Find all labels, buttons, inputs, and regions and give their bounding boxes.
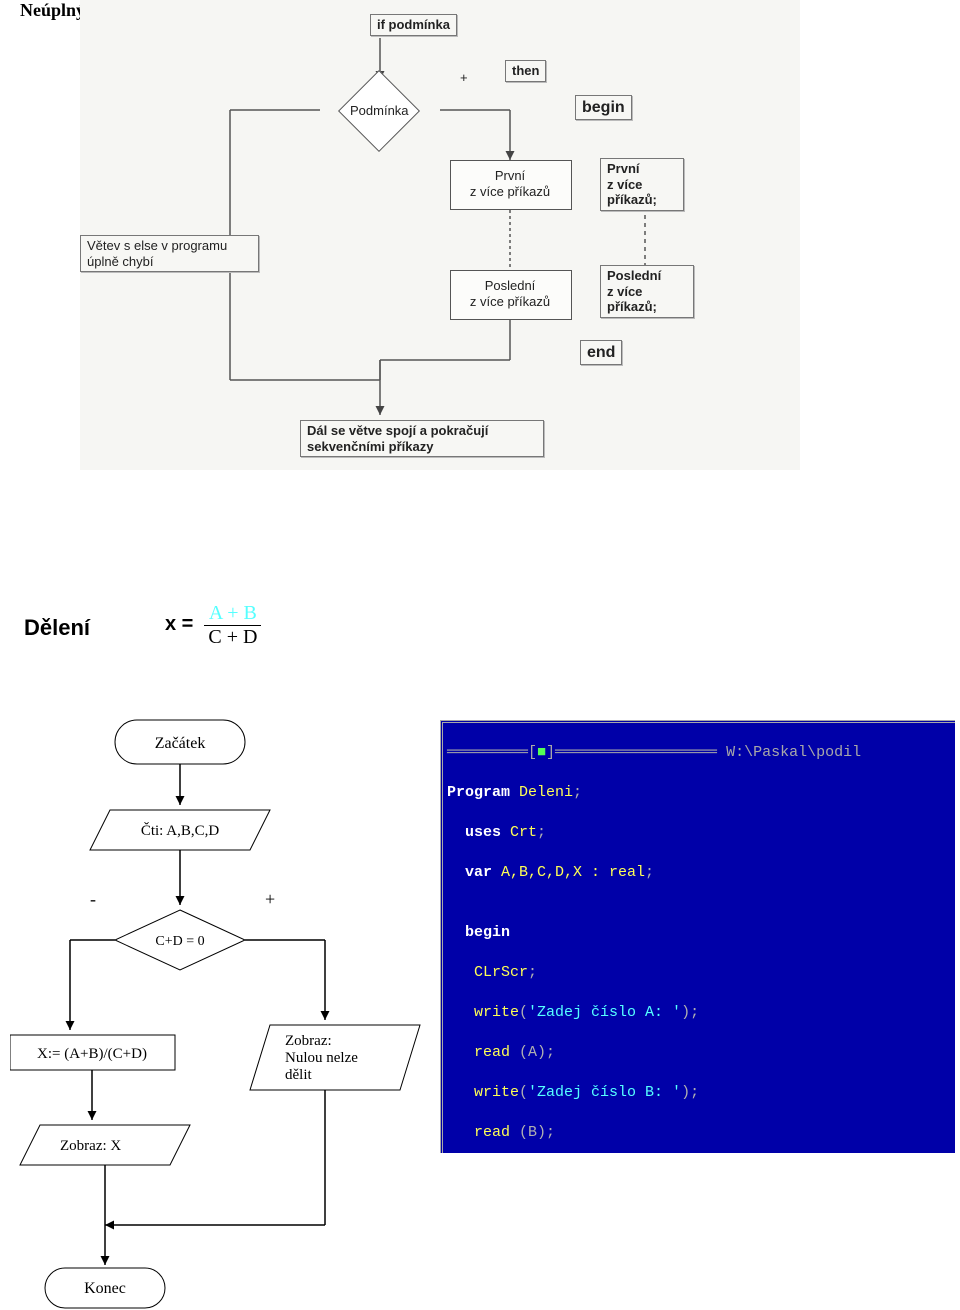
top-diagram: if podmínka + then be xyxy=(80,0,800,470)
else-note: Větev s else v programuúplně chybí xyxy=(80,235,259,272)
flow-display-x: Zobraz: X xyxy=(60,1138,121,1154)
flow-read: Čti: A,B,C,D xyxy=(141,822,220,839)
fraction: A + B C + D xyxy=(204,602,261,649)
flow-err: Zobraz: xyxy=(285,1033,332,1049)
page: Neúplný příkaz větvení je-li ve větvích … xyxy=(0,0,960,1310)
last-side-note: Posledníz vícepříkazů; xyxy=(600,265,694,318)
flow-cond: C+D = 0 xyxy=(155,934,204,949)
code-editor: ═════════[■]══════════════════ W:\Paskal… xyxy=(440,720,955,1153)
svg-text:Nulou nelze: Nulou nelze xyxy=(285,1050,358,1066)
flow-minus: - xyxy=(90,889,96,909)
last-command-text: Posledníz více příkazů xyxy=(458,278,562,309)
formula: x = A + B C + D xyxy=(165,602,261,649)
first-side-note: Prvníz vícepříkazů; xyxy=(600,158,684,211)
first-command-text: Prvníz více příkazů xyxy=(458,168,562,199)
condition-label: Podmínka xyxy=(350,103,409,118)
end-label: end xyxy=(580,340,622,365)
svg-text:dělit: dělit xyxy=(285,1067,312,1083)
then-label: then xyxy=(505,60,546,82)
flowchart: Začátek Čti: A,B,C,D - + C+D = 0 X:= (A+… xyxy=(10,710,440,1310)
x-equals: x = xyxy=(165,613,193,635)
flow-assign: X:= (A+B)/(C+D) xyxy=(37,1046,147,1062)
deleni-heading: Dělení xyxy=(24,615,90,641)
fraction-numerator: A + B xyxy=(204,602,261,626)
flow-plus: + xyxy=(265,889,275,909)
merge-note: Dál se větve spojí a pokračujísekvenčním… xyxy=(300,420,544,457)
code-titlebar: ═════════[■]══════════════════ W:\Paskal… xyxy=(443,743,955,763)
code-title-path: W:\Paskal\podil xyxy=(726,744,861,761)
plus-sign: + xyxy=(460,70,468,86)
flow-end: Konec xyxy=(84,1280,126,1297)
fraction-denominator: C + D xyxy=(204,626,261,649)
begin-label: begin xyxy=(575,95,632,120)
flow-start: Začátek xyxy=(155,735,206,752)
